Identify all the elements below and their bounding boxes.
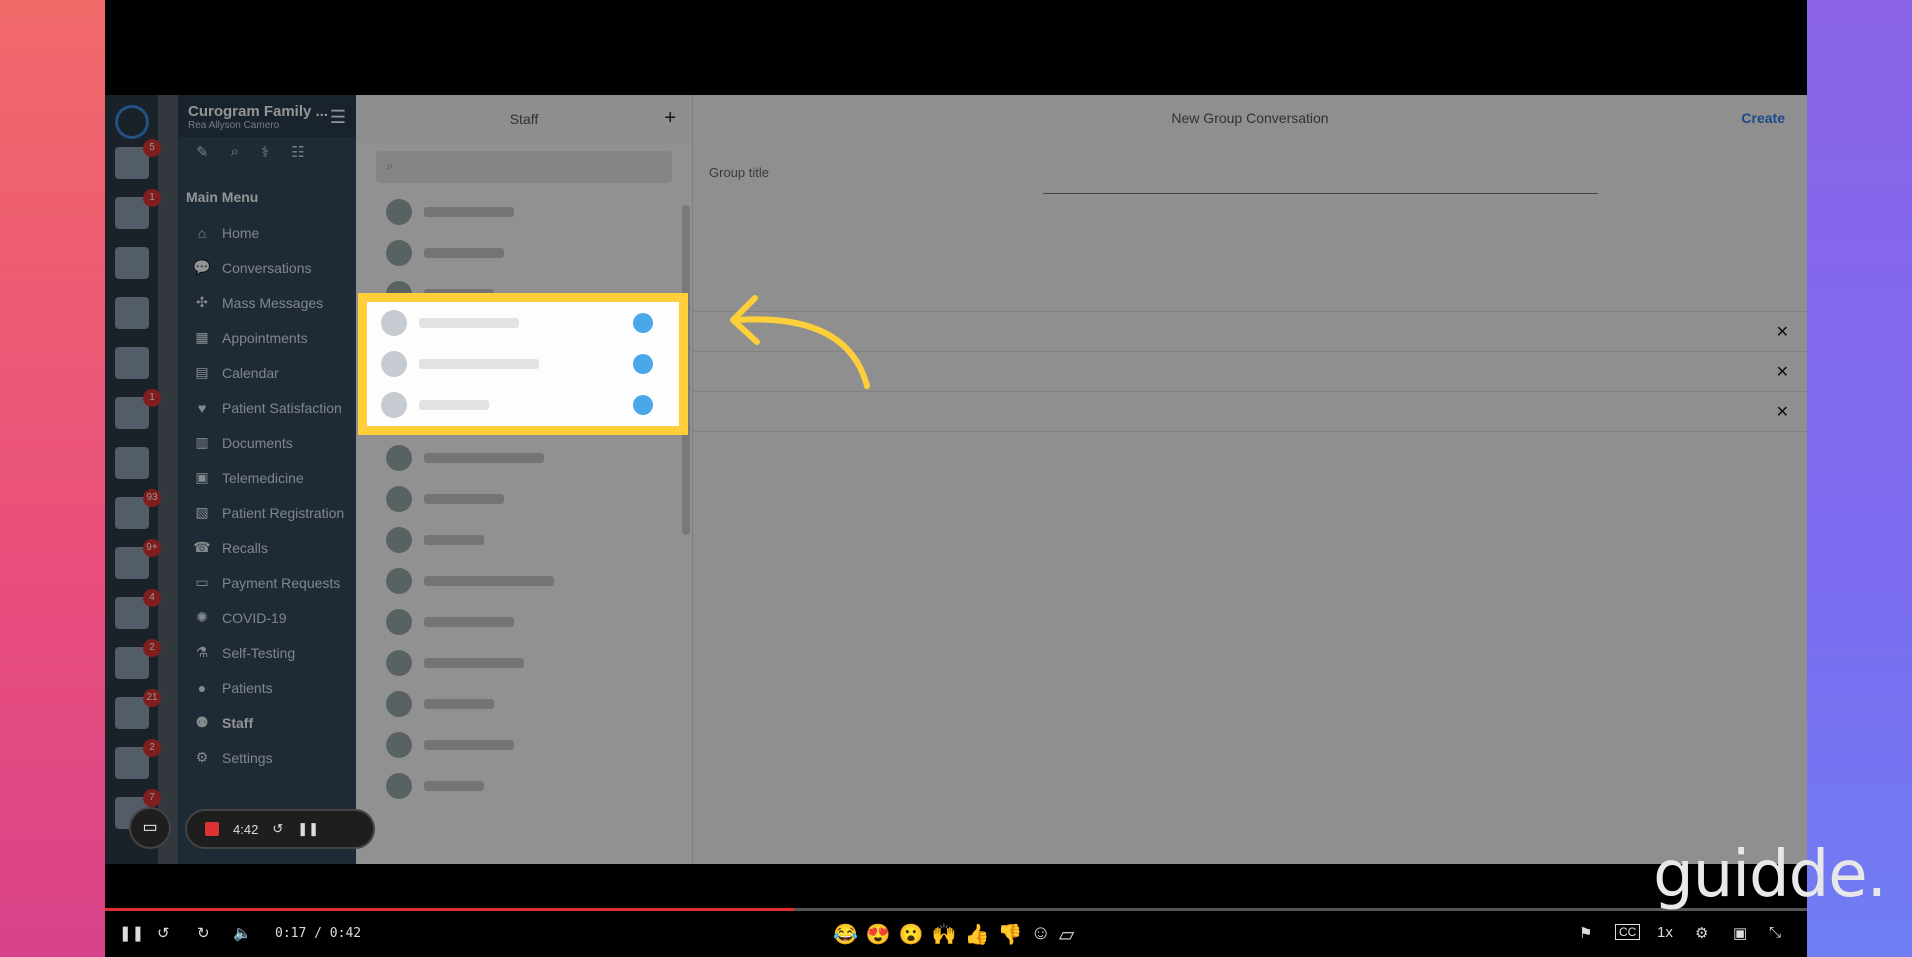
pip-icon[interactable]: ▣ — [1733, 924, 1747, 942]
gradient-right — [1807, 0, 1912, 957]
restart-icon[interactable]: ↺ — [272, 821, 283, 837]
dim-overlay — [105, 95, 1807, 864]
progress-fill — [105, 908, 795, 911]
guidde-watermark: guidde. — [1653, 838, 1887, 912]
camera-icon[interactable]: ▭ — [129, 807, 171, 849]
surprised-icon[interactable]: 😮 — [899, 922, 924, 947]
volume-icon[interactable]: 🔈 — [233, 924, 252, 942]
checkmark-icon[interactable] — [633, 394, 653, 415]
avatar — [381, 350, 407, 377]
forward-icon[interactable]: ↻ — [197, 924, 210, 942]
thumbs-down-icon[interactable]: 👎 — [998, 922, 1023, 947]
pause-icon[interactable]: ❚❚ — [297, 821, 319, 837]
selected-staff-row[interactable] — [367, 384, 679, 425]
player-controls: ❚❚ ↺ ↻ 🔈 0:17 / 0:42 😂 😍 😮 🙌 👍 👎 ☺ ▱ ⚑ C… — [105, 918, 1807, 952]
heart-eyes-icon[interactable]: 😍 — [866, 922, 891, 947]
selected-staff-row[interactable] — [367, 302, 679, 343]
comment-icon[interactable]: ▱ — [1059, 922, 1074, 947]
app-screenshot: 5 1 1 93 9+ 4 2 21 2 7 Curogram Family ... Rea Al… — [105, 95, 1807, 864]
staff-name — [419, 399, 489, 410]
captions-icon[interactable]: CC — [1615, 924, 1641, 940]
pause-icon[interactable]: ❚❚ — [119, 924, 144, 942]
bookmark-icon[interactable]: ⚑ — [1579, 924, 1592, 942]
laugh-icon[interactable]: 😂 — [833, 922, 858, 947]
checkmark-icon[interactable] — [633, 312, 653, 333]
avatar — [381, 391, 407, 418]
staff-name — [419, 317, 519, 328]
checkmark-icon[interactable] — [633, 353, 653, 374]
raised-hands-icon[interactable]: 🙌 — [932, 922, 957, 947]
selected-staff-row[interactable] — [367, 343, 679, 384]
reaction-bar: 😂 😍 😮 🙌 👍 👎 ☺ ▱ — [833, 922, 1074, 947]
stop-record-icon[interactable] — [205, 822, 219, 836]
staff-name — [419, 358, 539, 369]
highlighted-selection[interactable] — [358, 293, 688, 435]
pointer-arrow-icon — [730, 295, 870, 389]
settings-icon[interactable]: ⚙ — [1695, 924, 1708, 942]
progress-bar[interactable] — [105, 908, 1807, 911]
speed-button[interactable]: 1x — [1657, 924, 1673, 941]
playback-time: 0:17 / 0:42 — [275, 926, 362, 941]
add-reaction-icon[interactable]: ☺ — [1030, 922, 1050, 947]
rewind-icon[interactable]: ↺ — [157, 924, 170, 942]
avatar — [381, 309, 407, 336]
fullscreen-exit-icon[interactable]: ⤡ — [1769, 924, 1781, 941]
gradient-left — [0, 0, 105, 957]
recorder-toolbar: 4:42 ↺ ❚❚ — [185, 809, 375, 849]
thumbs-up-icon[interactable]: 👍 — [965, 922, 990, 947]
recording-time: 4:42 — [233, 821, 259, 837]
video-player: 5 1 1 93 9+ 4 2 21 2 7 Curogram Family ... Rea Al… — [105, 0, 1807, 957]
